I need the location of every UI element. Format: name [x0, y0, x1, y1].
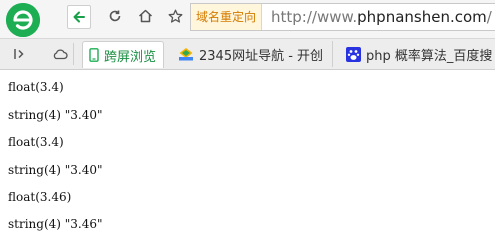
- sidebar-toggle-icon: [14, 49, 24, 59]
- tab-label: php 概率算法_百度搜: [366, 48, 493, 64]
- home-icon: [138, 9, 152, 23]
- tab-bar: 跨屏浏览 2345网址导航 - 开创 php 概率算法_百度搜: [0, 39, 495, 70]
- tab-label: 跨屏浏览: [104, 49, 157, 65]
- url-host: phpnanshen.com: [357, 8, 487, 26]
- star-icon: [168, 9, 182, 23]
- output-line: float(3.4): [8, 135, 64, 149]
- phone-icon: [89, 48, 99, 62]
- url-scheme: http://www.: [271, 8, 358, 26]
- tab-label: 2345网址导航 - 开创: [199, 48, 324, 64]
- refresh-button[interactable]: [104, 5, 126, 27]
- address-bar[interactable]: 域名重定向 http://www.phpnanshen.com/: [190, 3, 495, 31]
- home-button[interactable]: [134, 5, 156, 27]
- sidebar-toggle-button[interactable]: [8, 43, 30, 65]
- output-line: string(4) "3.40": [8, 108, 103, 122]
- arrow-left-icon: [73, 11, 85, 23]
- output-line: float(3.4): [8, 80, 64, 94]
- output-line: string(4) "3.40": [8, 163, 103, 177]
- 2345-site-icon: [178, 47, 194, 61]
- browser-toolbar: 域名重定向 http://www.phpnanshen.com/: [0, 0, 495, 39]
- tab-cross-screen[interactable]: 跨屏浏览: [82, 41, 164, 68]
- refresh-icon: [109, 10, 121, 22]
- url-text[interactable]: http://www.phpnanshen.com/: [271, 4, 492, 30]
- url-path: /: [486, 8, 492, 26]
- favorite-button[interactable]: [164, 5, 186, 27]
- tab-baidu-search[interactable]: php 概率算法_百度搜: [340, 41, 495, 67]
- tab-2345-navigation[interactable]: 2345网址导航 - 开创: [172, 41, 333, 67]
- output-line: float(3.46): [8, 190, 72, 204]
- baidu-paw-icon: [346, 46, 361, 62]
- redirect-badge[interactable]: 域名重定向: [191, 4, 263, 30]
- browser-logo-icon[interactable]: [6, 3, 40, 37]
- cloud-button[interactable]: [34, 43, 74, 65]
- output-line: string(4) "3.46": [8, 217, 103, 231]
- back-button[interactable]: [67, 5, 91, 29]
- cloud-icon: [53, 49, 68, 60]
